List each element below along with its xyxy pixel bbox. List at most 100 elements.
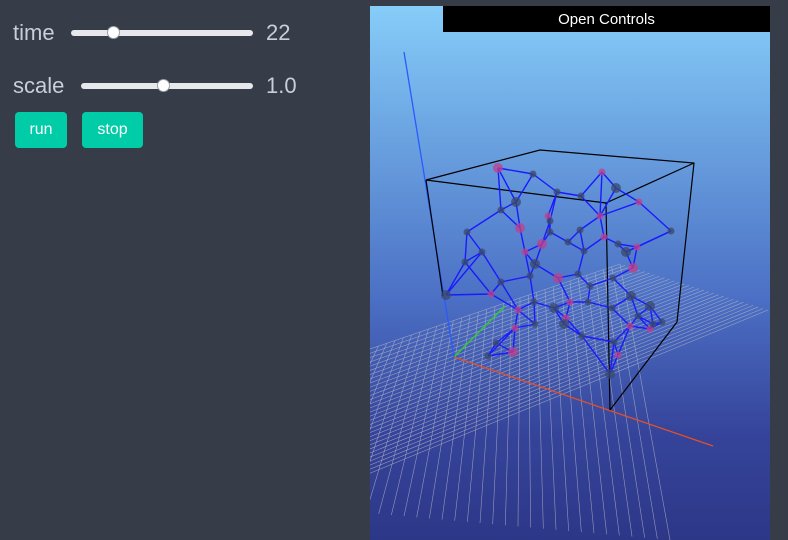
network-edge: [532, 173, 558, 193]
network-node: [614, 351, 622, 359]
network-node: [598, 168, 606, 176]
network-node: [529, 170, 537, 178]
network-node: [461, 258, 469, 266]
y-axis-line: [453, 305, 506, 358]
grid-line: [416, 320, 454, 518]
network-node: [614, 240, 622, 248]
network-node: [566, 298, 574, 306]
network-node: [441, 290, 451, 300]
network-node: [508, 347, 518, 357]
network-node: [493, 163, 503, 173]
grid-line: [544, 289, 557, 530]
network-node: [546, 228, 554, 236]
grid-line: [378, 329, 429, 515]
network-node: [553, 188, 561, 196]
network-node: [586, 282, 594, 290]
time-value: 22: [266, 20, 291, 45]
network-node: [633, 243, 641, 251]
network-node: [530, 259, 540, 269]
network-edge: [497, 167, 534, 175]
network-node: [626, 322, 634, 330]
network-node: [492, 339, 500, 347]
network-node: [487, 290, 495, 298]
network-node: [577, 192, 585, 200]
network-edge: [500, 275, 531, 283]
network-edge: [466, 209, 502, 233]
network-node: [478, 248, 486, 256]
network-node: [559, 319, 569, 329]
network-node: [549, 303, 559, 313]
network-node: [564, 238, 572, 246]
scale-value: 1.0: [266, 73, 297, 98]
grid-line: [578, 278, 607, 535]
network-node: [609, 274, 617, 282]
time-slider[interactable]: [71, 26, 253, 39]
network-node: [667, 227, 675, 235]
grid-line: [370, 292, 714, 429]
network-edge: [445, 293, 492, 296]
network-node: [611, 183, 621, 193]
network-node: [531, 320, 539, 328]
network-edge: [445, 261, 466, 296]
network-edge: [577, 250, 585, 275]
open-controls-button[interactable]: Open Controls: [443, 6, 770, 32]
grid-line: [619, 263, 671, 540]
3d-scene: [370, 51, 769, 540]
network-edge: [589, 277, 614, 287]
network-node: [574, 270, 582, 278]
network-node: [497, 278, 505, 286]
network-node: [521, 248, 529, 256]
network-edge: [625, 230, 672, 253]
grid-line: [370, 309, 769, 474]
scale-label-text: scale: [13, 73, 65, 98]
network-node: [628, 263, 638, 273]
network-node: [515, 223, 525, 233]
network-edge: [500, 281, 519, 311]
network-node: [553, 273, 563, 283]
network-node: [645, 301, 655, 311]
network-node: [610, 338, 618, 346]
network-node: [497, 206, 505, 214]
network-node: [621, 247, 631, 257]
grid-line: [569, 280, 595, 534]
network-edge: [638, 201, 672, 232]
network-node: [537, 239, 547, 249]
network-edge: [580, 195, 601, 217]
network-node: [526, 272, 534, 280]
scale-slider[interactable]: [81, 79, 253, 92]
network-edge: [464, 231, 468, 263]
network-node: [514, 306, 522, 314]
network-node: [578, 332, 586, 340]
network-edge: [579, 215, 601, 231]
left-control-panel: time 22 scale 1.0 run stop: [0, 0, 370, 540]
network-node: [634, 312, 642, 320]
time-slider-thumb[interactable]: [107, 26, 120, 39]
molecule-network: [441, 163, 675, 379]
network-edge: [556, 191, 582, 197]
network-node: [635, 198, 643, 206]
3d-viewport[interactable]: [370, 6, 770, 540]
network-node: [580, 247, 588, 255]
network-node: [649, 320, 657, 328]
network-edge: [581, 335, 611, 375]
network-node: [511, 197, 521, 207]
network-edge: [583, 236, 605, 252]
run-button[interactable]: run: [15, 112, 67, 148]
network-edge: [580, 171, 603, 197]
network-edge: [445, 251, 483, 296]
time-label: time: [13, 20, 55, 46]
network-node: [546, 217, 554, 225]
scale-slider-thumb[interactable]: [157, 79, 170, 92]
time-label-text: time: [13, 20, 55, 45]
network-node: [626, 291, 636, 301]
scale-label: scale: [13, 73, 64, 99]
network-edge: [599, 171, 603, 217]
stop-button[interactable]: stop: [82, 112, 143, 148]
network-node: [530, 298, 538, 306]
grid-line: [370, 334, 412, 463]
network-node: [576, 226, 584, 234]
network-node: [463, 228, 471, 236]
grid-line: [528, 295, 531, 528]
network-node: [484, 352, 492, 360]
grid-line: [403, 323, 446, 517]
